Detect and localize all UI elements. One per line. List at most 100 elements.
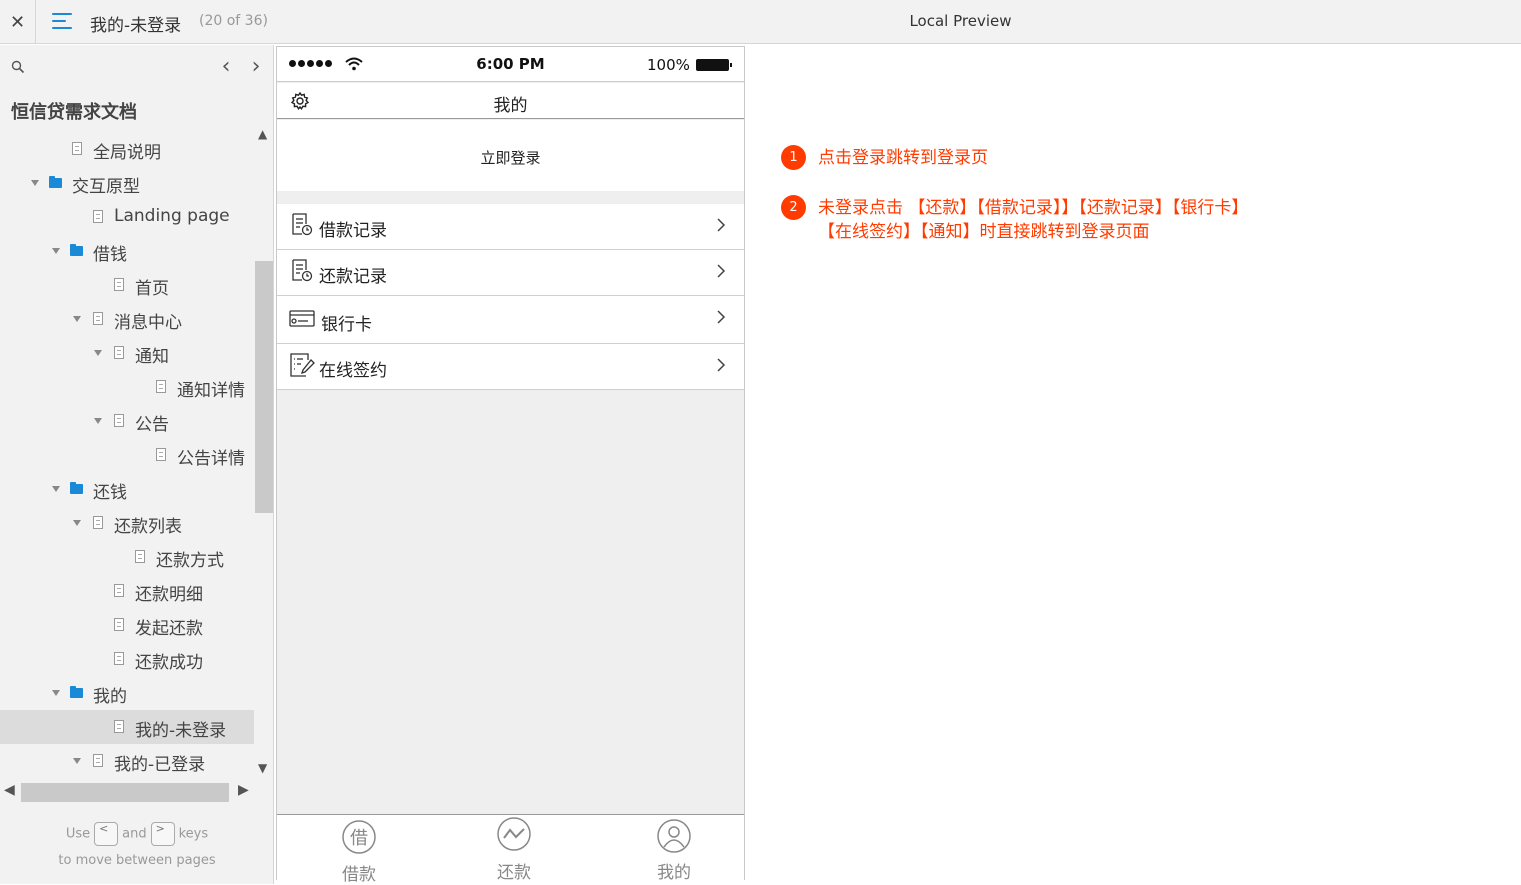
bank-card-icon xyxy=(289,310,315,327)
scroll-right-arrow[interactable]: ▶ xyxy=(238,782,249,798)
tree-item[interactable]: Landing page xyxy=(0,200,254,234)
tree-item-label: 借钱 xyxy=(93,245,127,265)
tree-item-label: 首页 xyxy=(135,279,169,299)
login-area: 立即登录 xyxy=(277,120,744,191)
tree-item[interactable]: 公告详情 xyxy=(0,438,254,472)
tree-item-label: 我的-已登录 xyxy=(114,755,206,775)
menu-item-label: 还款记录 xyxy=(319,267,387,287)
tree-item-label: 全局说明 xyxy=(93,143,161,163)
tab-profile[interactable]: 我的 xyxy=(614,815,734,883)
tree-item[interactable]: 首页 xyxy=(0,268,254,302)
keyboard-hint-line2: to move between pages xyxy=(58,853,216,868)
vertical-scrollbar-thumb[interactable] xyxy=(255,261,273,513)
page-tree: 全局说明交互原型 Landing page 借钱 首页消息中心通知通知详情公告 公告详情… xyxy=(0,132,254,778)
repay-record-icon xyxy=(292,259,313,282)
tree-item[interactable]: 我的-未登录 xyxy=(0,710,254,744)
tree-item-label: 还钱 xyxy=(93,483,127,503)
tree-item[interactable]: 发起还款 xyxy=(0,608,254,642)
expand-caret-icon[interactable] xyxy=(73,758,81,764)
tree-item[interactable]: 消息中心 xyxy=(0,302,254,336)
chevron-right-icon xyxy=(717,264,726,278)
chevron-left-icon: ‹ xyxy=(221,53,231,79)
online-sign-icon xyxy=(290,353,315,377)
loan-record-icon xyxy=(292,213,313,236)
page-icon xyxy=(72,142,82,155)
menu-item-label: 借款记录 xyxy=(319,221,387,241)
annotation-badge: 2 xyxy=(781,195,806,220)
page-icon xyxy=(156,380,166,393)
repay-tab-icon xyxy=(497,817,531,851)
tree-item[interactable]: 通知详情 xyxy=(0,370,254,404)
page-icon xyxy=(93,312,103,325)
profile-tab-icon xyxy=(657,819,691,853)
scroll-down-arrow[interactable]: ▼ xyxy=(258,761,267,775)
page-icon xyxy=(93,516,103,529)
page-icon xyxy=(114,652,124,665)
tree-item-label: 我的-未登录 xyxy=(135,721,227,741)
menu-item-loan-record[interactable]: 借款记录 xyxy=(277,204,744,250)
page-icon xyxy=(114,584,124,597)
tab-borrow[interactable]: 借 借款 xyxy=(299,815,419,885)
tree-item-label: 还款方式 xyxy=(156,551,224,571)
expand-caret-icon[interactable] xyxy=(94,350,102,356)
folder-icon xyxy=(49,176,62,188)
horizontal-scrollbar-thumb[interactable] xyxy=(21,783,229,802)
tree-item-label: 公告 xyxy=(135,415,169,435)
scroll-left-arrow[interactable]: ◀ xyxy=(4,782,15,798)
annotation-badge: 1 xyxy=(781,145,806,170)
tree-item[interactable]: 还款明细 xyxy=(0,574,254,608)
battery-percent: 100% xyxy=(647,56,690,74)
tree-item[interactable]: 还钱 xyxy=(0,472,254,506)
expand-caret-icon[interactable] xyxy=(52,486,60,492)
tree-item[interactable]: 还款列表 xyxy=(0,506,254,540)
status-bar: 6:00 PM 100% xyxy=(277,47,744,82)
tree-item-label: 通知 xyxy=(135,347,169,367)
tree-item[interactable]: 我的-已登录 xyxy=(0,744,254,778)
battery-icon xyxy=(696,59,732,71)
tree-item[interactable]: 借钱 xyxy=(0,234,254,268)
expand-caret-icon[interactable] xyxy=(52,248,60,254)
expand-caret-icon[interactable] xyxy=(73,316,81,322)
page-icon xyxy=(93,210,103,223)
tree-item[interactable]: 我的 xyxy=(0,676,254,710)
tab-label: 借款 xyxy=(342,865,376,885)
menu-item-bank-card[interactable]: 银行卡 xyxy=(277,296,744,344)
page-icon xyxy=(114,618,124,631)
tree-item[interactable]: 全局说明 xyxy=(0,132,254,166)
chevron-right-icon xyxy=(717,310,726,324)
folder-icon xyxy=(70,244,83,256)
folder-icon xyxy=(70,482,83,494)
tree-item-label: 我的 xyxy=(93,687,127,707)
tree-item[interactable]: 公告 xyxy=(0,404,254,438)
nav-title: 我的 xyxy=(493,96,528,116)
tree-item-label: 公告详情 xyxy=(177,449,245,469)
tree-item[interactable]: 通知 xyxy=(0,336,254,370)
project-title: 恒信贷需求文档 xyxy=(11,102,137,123)
tree-item-label: Landing page xyxy=(114,206,230,226)
phone-prototype: 6:00 PM 100% 我的 立即登录 借款记录 还款记录 银行卡 在线签约 … xyxy=(276,46,745,885)
tree-item[interactable]: 还款方式 xyxy=(0,540,254,574)
tab-repay[interactable]: 还款 xyxy=(454,815,574,883)
page-icon xyxy=(114,278,124,291)
menu-item-label: 在线签约 xyxy=(319,361,387,381)
borrow-tab-icon: 借 xyxy=(342,820,376,854)
tree-item[interactable]: 还款成功 xyxy=(0,642,254,676)
expand-caret-icon[interactable] xyxy=(52,690,60,696)
login-link[interactable]: 立即登录 xyxy=(277,147,744,168)
chevron-right-icon: › xyxy=(251,53,261,79)
nav-bar: 我的 xyxy=(277,83,744,119)
expand-caret-icon[interactable] xyxy=(73,520,81,526)
annotation-text-line2: 【在线签约】【通知】时直接跳转到登录页面 xyxy=(818,222,1150,242)
tree-item-label: 交互原型 xyxy=(72,177,140,197)
next-page-button[interactable]: › xyxy=(246,53,266,79)
expand-caret-icon[interactable] xyxy=(94,418,102,424)
tree-item[interactable]: 交互原型 xyxy=(0,166,254,200)
tab-label: 还款 xyxy=(497,863,531,883)
search-icon[interactable] xyxy=(11,60,25,74)
previous-page-button[interactable]: ‹ xyxy=(216,53,236,79)
tab-bar: 借 借款 还款 我的 xyxy=(277,814,744,885)
scroll-up-arrow[interactable]: ▲ xyxy=(258,127,267,141)
expand-caret-icon[interactable] xyxy=(31,180,39,186)
menu-item-online-sign[interactable]: 在线签约 xyxy=(277,344,744,390)
menu-item-repay-record[interactable]: 还款记录 xyxy=(277,250,744,296)
